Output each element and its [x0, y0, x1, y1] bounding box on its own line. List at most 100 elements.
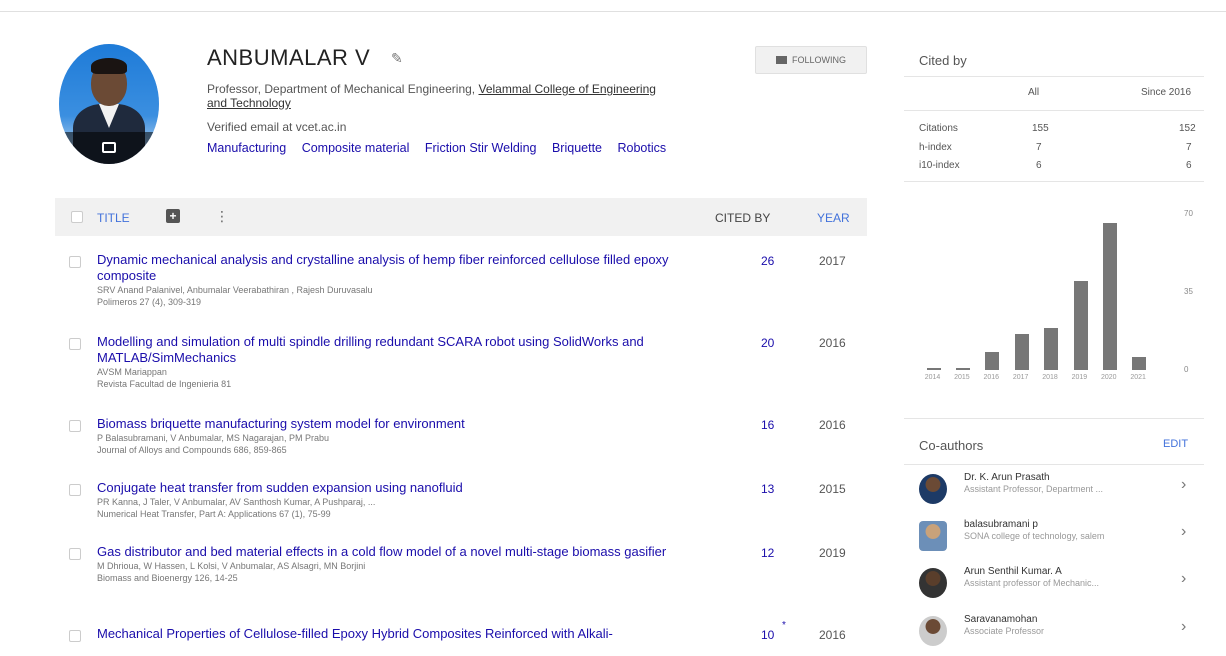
article-cited-count[interactable]: 12 — [761, 546, 774, 560]
mail-icon — [775, 56, 787, 64]
coauthor-avatar — [919, 616, 947, 646]
title-sort-link[interactable]: TITLE — [97, 211, 130, 225]
chevron-right-icon: › — [1181, 570, 1187, 587]
year-sort-link[interactable]: YEAR — [817, 211, 850, 225]
article-checkbox[interactable] — [69, 484, 81, 496]
select-all-checkbox[interactable] — [71, 211, 83, 223]
coauthor-avatar — [919, 521, 947, 551]
article-checkbox[interactable] — [69, 256, 81, 268]
interest-tag[interactable]: Briquette — [552, 141, 602, 155]
interest-tag[interactable]: Friction Stir Welding — [425, 141, 537, 155]
top-bar — [0, 0, 1226, 12]
citation-bar[interactable] — [1132, 356, 1147, 370]
coauthor-item[interactable]: Saravanamohan Associate Professor › — [904, 612, 1204, 656]
article-title[interactable]: Modelling and simulation of multi spindl… — [97, 334, 707, 366]
add-article-icon[interactable]: + — [166, 209, 180, 223]
article-checkbox[interactable] — [69, 630, 81, 642]
affiliation-text: Professor, Department of Mechanical Engi… — [207, 82, 479, 96]
article-year: 2016 — [819, 336, 846, 350]
y-tick-label: 35 — [1184, 287, 1193, 296]
x-tick-label: 2018 — [1042, 374, 1058, 381]
interest-tags: Manufacturing Composite material Frictio… — [207, 141, 678, 155]
col-since-header: Since 2016 — [1141, 87, 1192, 98]
coauthor-desc: SONA college of technology, salem — [964, 531, 1105, 541]
stat-label: Citations — [919, 123, 958, 134]
article-checkbox[interactable] — [69, 338, 81, 350]
divider — [904, 464, 1204, 465]
follow-button[interactable]: FOLLOWING — [755, 46, 867, 74]
coauthor-name: Arun Senthil Kumar. A — [964, 566, 1062, 577]
coauthor-desc: Assistant professor of Mechanic... — [964, 578, 1100, 588]
follow-label: FOLLOWING — [791, 55, 846, 65]
coauthor-avatar — [919, 474, 947, 504]
avatar-hair — [91, 58, 127, 74]
coauthor-item[interactable]: balasubramani p SONA college of technolo… — [904, 517, 1204, 561]
divider — [904, 76, 1204, 77]
article-title[interactable]: Dynamic mechanical analysis and crystall… — [97, 252, 707, 284]
chevron-right-icon: › — [1181, 476, 1187, 493]
article-year: 2015 — [819, 482, 846, 496]
profile-avatar[interactable] — [59, 44, 159, 164]
citation-bar[interactable] — [1044, 327, 1059, 370]
citation-bar[interactable] — [1073, 280, 1088, 370]
stat-since: 6 — [1186, 160, 1192, 171]
article-year: 2016 — [819, 418, 846, 432]
more-vert-icon[interactable]: ⋮ — [215, 208, 229, 225]
article-venue: Biomass and Bioenergy 126, 14-25 — [97, 573, 238, 583]
coauthors-title: Co-authors — [919, 438, 984, 453]
article-year: 2017 — [819, 254, 846, 268]
cited-by-title: Cited by — [919, 53, 967, 68]
coauthors-edit-link[interactable]: EDIT — [1163, 438, 1188, 450]
article-title[interactable]: Mechanical Properties of Cellulose-fille… — [97, 626, 707, 642]
article-checkbox[interactable] — [69, 420, 81, 432]
profile-name: ANBUMALAR V — [207, 45, 371, 70]
interest-tag[interactable]: Manufacturing — [207, 141, 286, 155]
article-cited-count[interactable]: 10 — [761, 628, 774, 642]
article-authors: P Balasubramani, V Anbumalar, MS Nagaraj… — [97, 433, 329, 443]
coauthor-name: Saravanamohan — [964, 614, 1038, 625]
merged-marker: * — [782, 620, 786, 631]
interest-tag[interactable]: Composite material — [302, 141, 410, 155]
article-checkbox[interactable] — [69, 548, 81, 560]
article-authors: SRV Anand Palanivel, Anbumalar Veerabath… — [97, 285, 373, 295]
article-authors: M Dhrioua, W Hassen, L Kolsi, V Anbumala… — [97, 561, 366, 571]
article-title[interactable]: Biomass briquette manufacturing system m… — [97, 416, 707, 432]
stat-since: 7 — [1186, 142, 1192, 153]
article-cited-count[interactable]: 13 — [761, 482, 774, 496]
citation-bar[interactable] — [926, 367, 941, 370]
stat-all: 155 — [1032, 123, 1049, 134]
divider — [904, 181, 1204, 182]
article-title[interactable]: Gas distributor and bed material effects… — [97, 544, 707, 560]
x-tick-label: 2015 — [954, 374, 970, 381]
coauthor-item[interactable]: Dr. K. Arun Prasath Assistant Professor,… — [904, 470, 1204, 514]
article-authors: PR Kanna, J Taler, V Anbumalar, AV Santh… — [97, 497, 376, 507]
article-cited-count[interactable]: 26 — [761, 254, 774, 268]
coauthor-avatar — [919, 568, 947, 598]
y-tick-label: 0 — [1184, 365, 1189, 374]
x-tick-label: 2020 — [1100, 374, 1117, 381]
col-all-header: All — [1028, 87, 1040, 98]
camera-icon[interactable] — [59, 132, 159, 164]
articles-table-header: TITLE + ⋮ CITED BY YEAR — [55, 198, 867, 236]
interest-tag[interactable]: Robotics — [617, 141, 666, 155]
citation-bar[interactable] — [956, 367, 971, 370]
cited-by-sort-link[interactable]: CITED BY — [715, 211, 770, 225]
article-year: 2016 — [819, 628, 846, 642]
article-cited-count[interactable]: 20 — [761, 336, 774, 350]
edit-pencil-icon[interactable]: ✎ — [391, 50, 403, 67]
x-tick-label: 2014 — [924, 374, 941, 381]
stat-since: 152 — [1179, 123, 1196, 134]
coauthor-name: balasubramani p — [964, 519, 1038, 530]
coauthor-name: Dr. K. Arun Prasath — [964, 472, 1050, 483]
citation-bar[interactable] — [1014, 334, 1029, 370]
coauthor-desc: Assistant Professor, Department ... — [964, 484, 1104, 494]
chevron-right-icon: › — [1181, 523, 1187, 540]
citation-bar[interactable] — [985, 352, 1000, 370]
citation-bar[interactable] — [1102, 222, 1117, 370]
article-cited-count[interactable]: 16 — [761, 418, 774, 432]
article-title[interactable]: Conjugate heat transfer from sudden expa… — [97, 480, 707, 496]
article-authors: AVSM Mariappan — [97, 367, 167, 377]
coauthor-item[interactable]: Arun Senthil Kumar. A Assistant professo… — [904, 564, 1204, 608]
article-venue: Polimeros 27 (4), 309-319 — [97, 297, 202, 307]
divider — [904, 110, 1204, 111]
